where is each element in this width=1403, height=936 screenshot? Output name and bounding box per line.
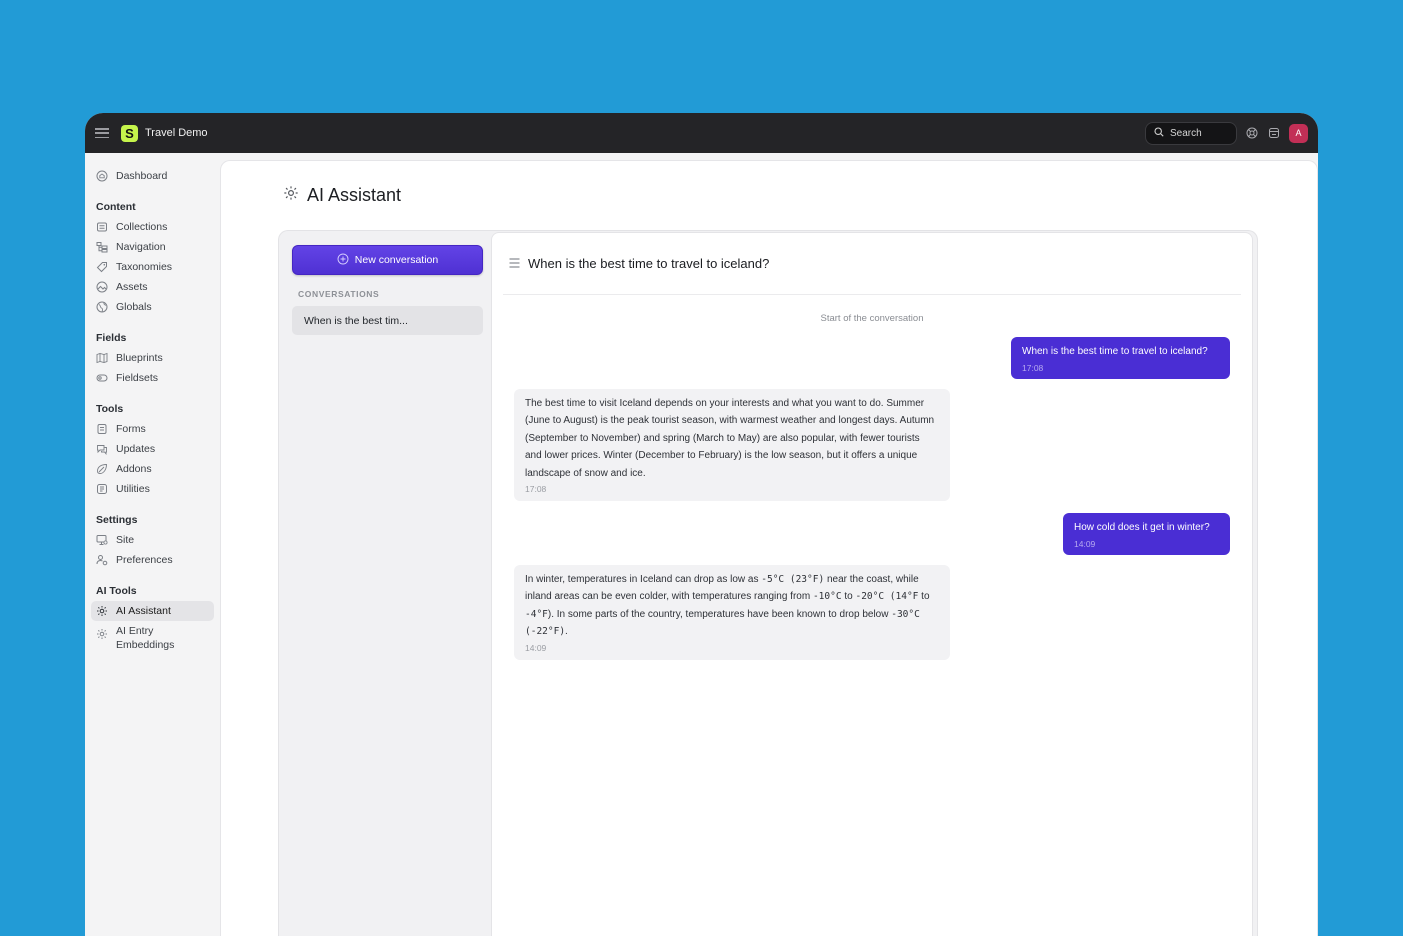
sidebar-item-blueprints[interactable]: Blueprints xyxy=(91,348,214,368)
new-conversation-button[interactable]: New conversation xyxy=(292,245,483,275)
main-content: AI Assistant New conversation CONVERSATI… xyxy=(220,160,1318,936)
message-time: 14:09 xyxy=(525,642,547,653)
sidebar-item-label: Navigation xyxy=(116,241,166,253)
tag-icon xyxy=(96,261,108,273)
conversations-heading: CONVERSATIONS xyxy=(298,289,380,299)
page-title: AI Assistant xyxy=(283,185,401,206)
site-logo[interactable]: S xyxy=(121,124,138,142)
sidebar-item-globals[interactable]: Globals xyxy=(91,297,214,317)
sparkle-icon xyxy=(283,185,299,206)
fieldset-icon xyxy=(96,372,108,384)
assistant-message: In winter, temperatures in Iceland can d… xyxy=(514,565,950,660)
sidebar-item-label: Addons xyxy=(116,463,152,475)
top-bar: S Travel Demo Search A xyxy=(85,113,1318,153)
sidebar-item-assets[interactable]: Assets xyxy=(91,277,214,297)
conversation-item[interactable]: When is the best tim... xyxy=(292,306,483,335)
sidebar-item-dashboard[interactable]: Dashboard xyxy=(91,166,214,186)
chat-panel: When is the best time to travel to icela… xyxy=(491,232,1253,936)
sidebar-item-ai-assistant[interactable]: AI Assistant xyxy=(91,601,214,621)
sidebar-item-utilities[interactable]: Utilities xyxy=(91,479,214,499)
sidebar-item-label: Collections xyxy=(116,221,168,233)
user-message: When is the best time to travel to icela… xyxy=(1011,337,1230,380)
sidebar-section-content: Content xyxy=(96,201,136,213)
sidebar: Dashboard Content Collections Navigation… xyxy=(85,153,220,936)
site-icon xyxy=(96,534,108,546)
sidebar-item-label: Assets xyxy=(116,281,148,293)
collections-icon xyxy=(96,221,108,233)
navigation-icon xyxy=(96,241,108,253)
view-site-icon[interactable] xyxy=(1267,126,1281,140)
sidebar-item-taxonomies[interactable]: Taxonomies xyxy=(91,257,214,277)
message-text: In winter, temperatures in Iceland can d… xyxy=(525,574,930,638)
sidebar-item-label: Updates xyxy=(116,443,156,455)
sidebar-item-ai-entry-embeddings[interactable]: AI Entry Embeddings xyxy=(91,621,214,653)
sparkle-icon xyxy=(96,605,108,617)
sidebar-item-site[interactable]: Site xyxy=(91,530,214,550)
sidebar-item-collections[interactable]: Collections xyxy=(91,217,214,237)
preferences-icon xyxy=(96,554,108,566)
user-message: How cold does it get in winter? 14:09 xyxy=(1063,513,1230,556)
sidebar-item-updates[interactable]: Updates xyxy=(91,439,214,459)
sidebar-section-ai-tools: AI Tools xyxy=(96,585,137,597)
message-time: 17:08 xyxy=(1022,363,1044,374)
sidebar-item-navigation[interactable]: Navigation xyxy=(91,237,214,257)
menu-icon[interactable] xyxy=(95,126,109,140)
sidebar-item-label: Globals xyxy=(116,301,152,313)
home-icon xyxy=(96,170,108,182)
sidebar-item-label: Fieldsets xyxy=(116,372,159,384)
new-conversation-label: New conversation xyxy=(354,254,439,266)
sidebar-section-fields: Fields xyxy=(96,332,127,344)
assets-icon xyxy=(96,281,108,293)
sidebar-section-settings: Settings xyxy=(96,514,138,526)
sidebar-section-tools: Tools xyxy=(96,403,124,415)
search-label: Search xyxy=(1170,127,1202,139)
help-icon[interactable] xyxy=(1245,126,1259,140)
user-avatar[interactable]: A xyxy=(1289,123,1308,143)
sidebar-item-forms[interactable]: Forms xyxy=(91,419,214,439)
sidebar-item-label: AI Entry Embeddings xyxy=(116,625,175,651)
form-icon xyxy=(96,423,108,435)
sidebar-item-label: Forms xyxy=(116,423,146,435)
message-text: How cold does it get in winter? xyxy=(1074,522,1210,533)
chat-header: When is the best time to travel to icela… xyxy=(503,233,1241,295)
sidebar-item-label: Preferences xyxy=(116,554,173,566)
chat-title: When is the best time to travel to icela… xyxy=(528,256,770,271)
sparkle-icon xyxy=(96,628,108,640)
updates-icon xyxy=(96,443,108,455)
message-text: When is the best time to travel to icela… xyxy=(1022,346,1208,357)
app-window: S Travel Demo Search A Dashboard Content… xyxy=(85,113,1318,936)
message-time: 17:08 xyxy=(525,484,547,495)
assistant-message: The best time to visit Iceland depends o… xyxy=(514,389,950,502)
plus-circle-icon xyxy=(337,253,349,268)
utilities-icon xyxy=(96,483,108,495)
page-title-text: AI Assistant xyxy=(307,185,402,205)
sidebar-item-addons[interactable]: Addons xyxy=(91,459,214,479)
search-icon xyxy=(1154,126,1164,140)
globe-icon xyxy=(96,301,108,313)
sidebar-item-preferences[interactable]: Preferences xyxy=(91,550,214,570)
sidebar-item-label: Site xyxy=(116,534,135,546)
assistant-panel: New conversation CONVERSATIONS When is t… xyxy=(278,230,1258,936)
message-time: 14:09 xyxy=(1074,539,1096,550)
sidebar-item-label: Utilities xyxy=(116,483,150,495)
site-name[interactable]: Travel Demo xyxy=(145,127,208,139)
sidebar-item-label: Dashboard xyxy=(116,170,168,182)
search-button[interactable]: Search xyxy=(1145,121,1237,145)
message-text: The best time to visit Iceland depends o… xyxy=(525,398,935,479)
sidebar-item-label: AI Assistant xyxy=(116,605,171,617)
addons-icon xyxy=(96,463,108,475)
sidebar-item-label: Taxonomies xyxy=(116,261,173,273)
sidebar-item-label: Blueprints xyxy=(116,352,163,364)
conversation-list-panel: New conversation CONVERSATIONS When is t… xyxy=(292,245,483,335)
list-icon[interactable] xyxy=(509,256,520,271)
sidebar-item-fieldsets[interactable]: Fieldsets xyxy=(91,368,214,388)
conversation-start-note: Start of the conversation xyxy=(820,313,924,324)
blueprint-icon xyxy=(96,352,108,364)
